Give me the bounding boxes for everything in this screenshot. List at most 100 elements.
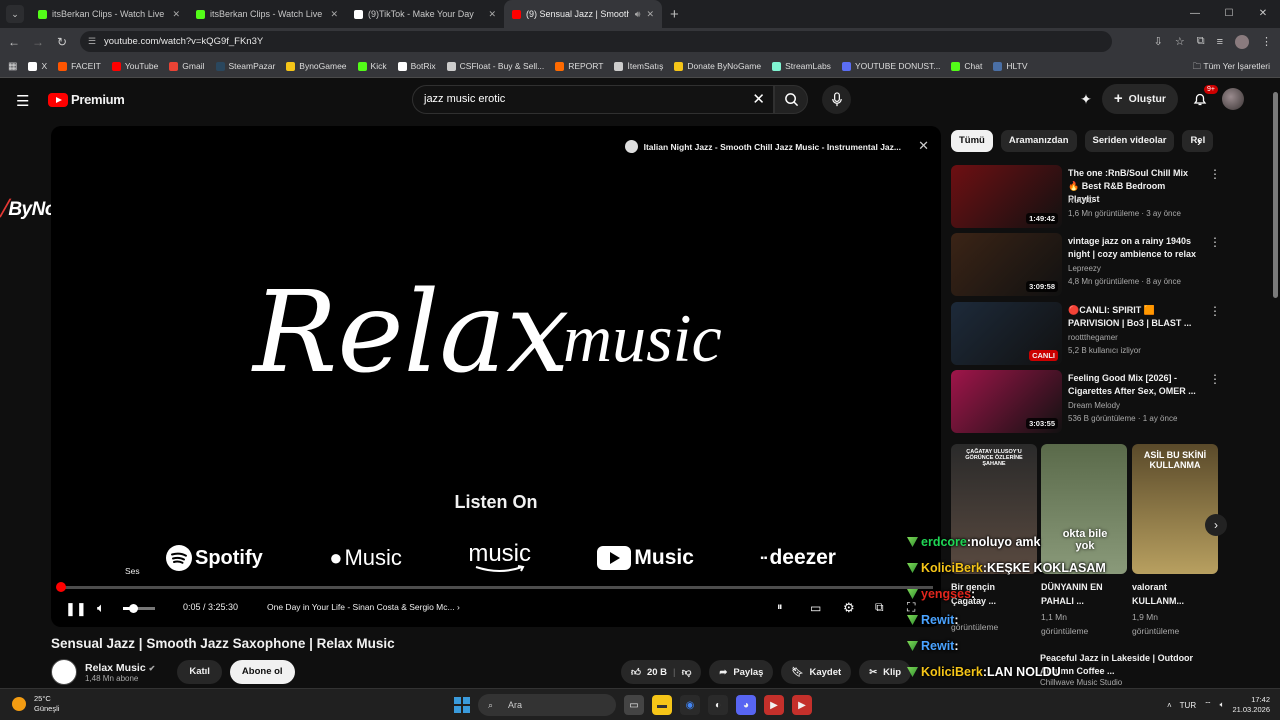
app-icon[interactable]: ▶ <box>764 695 784 715</box>
bookmark-star-icon[interactable]: ☆ <box>1175 35 1185 48</box>
bookmark-item[interactable]: Chat <box>951 61 982 71</box>
save-button[interactable]: 🔖︎ Kaydet <box>781 660 852 684</box>
pause-button[interactable]: ❚❚ <box>65 601 87 617</box>
recommended-video[interactable]: 1:49:42 The one :RnB/Soul Chill Mix 🔥 Bes… <box>951 165 1226 229</box>
next-video-overlay[interactable]: Italian Night Jazz - Smooth Chill Jazz M… <box>624 140 901 153</box>
browser-tab[interactable]: itsBerkan Clips - Watch Live on ✕ <box>188 0 346 28</box>
youtube-premium-logo[interactable]: Premium <box>48 92 125 107</box>
app-icon[interactable]: ▶ <box>792 695 812 715</box>
back-button[interactable]: ← <box>2 35 26 49</box>
notifications-button[interactable]: 9+ <box>1188 85 1218 111</box>
discord-icon[interactable]: ◕ <box>736 695 756 715</box>
filter-chip[interactable]: Seriden videolar <box>1084 130 1175 152</box>
shorts-next-icon[interactable]: › <box>1205 514 1227 536</box>
rec-title[interactable]: vintage jazz on a rainy 1940s night | co… <box>1068 235 1198 261</box>
all-bookmarks-link[interactable]: 🗀 Tüm Yer İşaretleri <box>1193 55 1270 78</box>
more-options-icon[interactable]: ⋮ <box>1209 167 1221 181</box>
subtitles-icon[interactable]: ▭ <box>810 601 821 615</box>
install-app-icon[interactable]: ⇩ <box>1154 35 1163 48</box>
recommended-video[interactable]: 3:09:58 vintage jazz on a rainy 1940s nig… <box>951 233 1226 297</box>
bookmark-item[interactable]: BynoGamee <box>286 61 347 71</box>
close-overlay-icon[interactable]: ✕ <box>918 138 929 154</box>
tab-close-icon[interactable]: ✕ <box>646 9 654 20</box>
recommended-video[interactable]: CANLI 🔴CANLI: SPIRIT 🟧 PARIVISION | Bo3 |… <box>951 302 1226 366</box>
chips-next-icon[interactable]: › <box>1197 133 1202 149</box>
language-indicator[interactable]: TUR <box>1180 701 1196 710</box>
bookmark-item[interactable]: SteamPazar <box>215 61 275 71</box>
join-button[interactable]: Katıl <box>177 660 222 684</box>
bookmark-item[interactable]: İtemSatış <box>614 61 663 71</box>
filter-chip[interactable]: Aramanızdan <box>1000 130 1077 152</box>
video-thumbnail[interactable]: 3:09:58 <box>951 233 1062 296</box>
bookmark-item[interactable]: StreamLabs <box>772 61 831 71</box>
bookmark-item[interactable]: Gmail <box>169 61 205 71</box>
tab-list-icon[interactable]: ≡ <box>1217 36 1223 48</box>
clip-button[interactable]: ✂ Klip <box>859 660 912 684</box>
rec-channel[interactable]: Lepreezy <box>1068 264 1101 273</box>
voice-search-button[interactable] <box>822 85 851 114</box>
clock[interactable]: 17:42 21.03.2026 <box>1232 695 1270 715</box>
wifi-icon[interactable]: ⌔ <box>1204 700 1212 710</box>
rec-channel[interactable]: NUDIO <box>1068 196 1094 205</box>
steam-icon[interactable]: ◐ <box>708 695 728 715</box>
minimize-button[interactable]: — <box>1178 0 1212 28</box>
bookmark-item[interactable]: REPORT <box>555 61 603 71</box>
rec-title[interactable]: Feeling Good Mix [2026] - Cigarettes Aft… <box>1068 372 1198 398</box>
autoplay-toggle[interactable]: ⏸ <box>777 601 783 614</box>
browser-tab[interactable]: (9) Sensual Jazz | Smooth Ja 🔊︎ ✕ <box>504 0 662 28</box>
task-view-icon[interactable]: ▭ <box>624 695 644 715</box>
start-button[interactable] <box>454 697 470 713</box>
filter-chip[interactable]: Tümü <box>951 130 993 152</box>
extensions-icon[interactable]: ⧉ <box>1197 35 1205 48</box>
weather-widget[interactable]: 25°C Güneşli <box>12 694 59 714</box>
search-input[interactable]: jazz music erotic ✕ <box>412 85 774 114</box>
video-thumbnail[interactable]: CANLI <box>951 302 1062 365</box>
rec-title[interactable]: 🔴CANLI: SPIRIT 🟧 PARIVISION | Bo3 | BLAS… <box>1068 304 1198 330</box>
account-avatar[interactable] <box>1222 88 1244 110</box>
bookmark-item[interactable]: FACEIT <box>58 61 101 71</box>
tab-close-icon[interactable]: ✕ <box>172 9 180 20</box>
chrome-icon[interactable]: ◉ <box>680 695 700 715</box>
channel-avatar[interactable] <box>51 659 77 685</box>
tab-close-icon[interactable]: ✕ <box>330 9 338 20</box>
url-field[interactable]: ☰ youtube.com/watch?v=kQG9f_FKn3Y <box>80 31 1112 52</box>
progress-scrubber[interactable] <box>56 582 66 592</box>
volume-icon[interactable]: 🔈︎ <box>97 600 105 616</box>
chapter-title[interactable]: One Day in Your Life - Sinan Costa & Ser… <box>267 602 460 612</box>
bookmark-item[interactable]: Donate ByNoGame <box>674 61 761 71</box>
file-explorer-icon[interactable]: ▬ <box>652 695 672 715</box>
taskbar-search[interactable]: ⌕ Ara <box>478 694 616 716</box>
create-button[interactable]: + Oluştur <box>1101 84 1178 114</box>
bookmark-item[interactable]: HLTV <box>993 61 1028 71</box>
clear-search-icon[interactable]: ✕ <box>752 86 765 113</box>
video-thumbnail[interactable]: 1:49:42 <box>951 165 1062 228</box>
bookmark-item[interactable]: YOUTUBE DONUST... <box>841 61 940 71</box>
browser-menu-icon[interactable]: ⋮ <box>1261 35 1272 48</box>
tray-chevron-icon[interactable]: ˄ <box>1167 701 1172 710</box>
profile-avatar[interactable] <box>1235 34 1249 49</box>
settings-gear-icon[interactable]: ⚙ <box>843 600 855 616</box>
rec-channel[interactable]: Dream Melody <box>1068 401 1120 410</box>
more-options-icon[interactable]: ⋮ <box>1209 304 1221 318</box>
more-options-icon[interactable]: ⋮ <box>1209 235 1221 249</box>
menu-icon[interactable]: ☰ <box>16 92 29 110</box>
bookmark-item[interactable]: BotRix <box>397 61 436 71</box>
video-player[interactable]: Italian Night Jazz - Smooth Chill Jazz M… <box>51 126 941 627</box>
more-options-icon[interactable]: ⋮ <box>1209 372 1221 386</box>
volume-slider[interactable] <box>123 604 155 613</box>
subscribe-button[interactable]: Abone ol <box>229 660 295 684</box>
site-info-icon[interactable]: ☰ <box>88 31 96 52</box>
tab-audio-icon[interactable]: 🔊︎ <box>635 9 641 20</box>
tab-close-icon[interactable]: ✕ <box>488 9 496 20</box>
bookmark-item[interactable]: Kick <box>357 61 387 71</box>
speaker-icon[interactable]: 🔈︎ <box>1220 700 1225 710</box>
video-thumbnail[interactable]: 3:03:55 <box>951 370 1062 433</box>
progress-bar[interactable] <box>56 582 933 592</box>
bookmark-item[interactable]: CSFloat - Buy & Sell... <box>446 61 544 71</box>
miniplayer-icon[interactable]: ⧉ <box>875 600 884 615</box>
browser-tab[interactable]: itsBerkan Clips - Watch Live on ✕ <box>30 0 188 28</box>
reload-button[interactable]: ↻ <box>50 35 74 49</box>
share-button[interactable]: ➦ Paylaş <box>709 660 774 684</box>
tab-search-button[interactable]: ⌄ <box>6 5 24 23</box>
apps-grid-icon[interactable]: ▦ <box>8 61 17 72</box>
